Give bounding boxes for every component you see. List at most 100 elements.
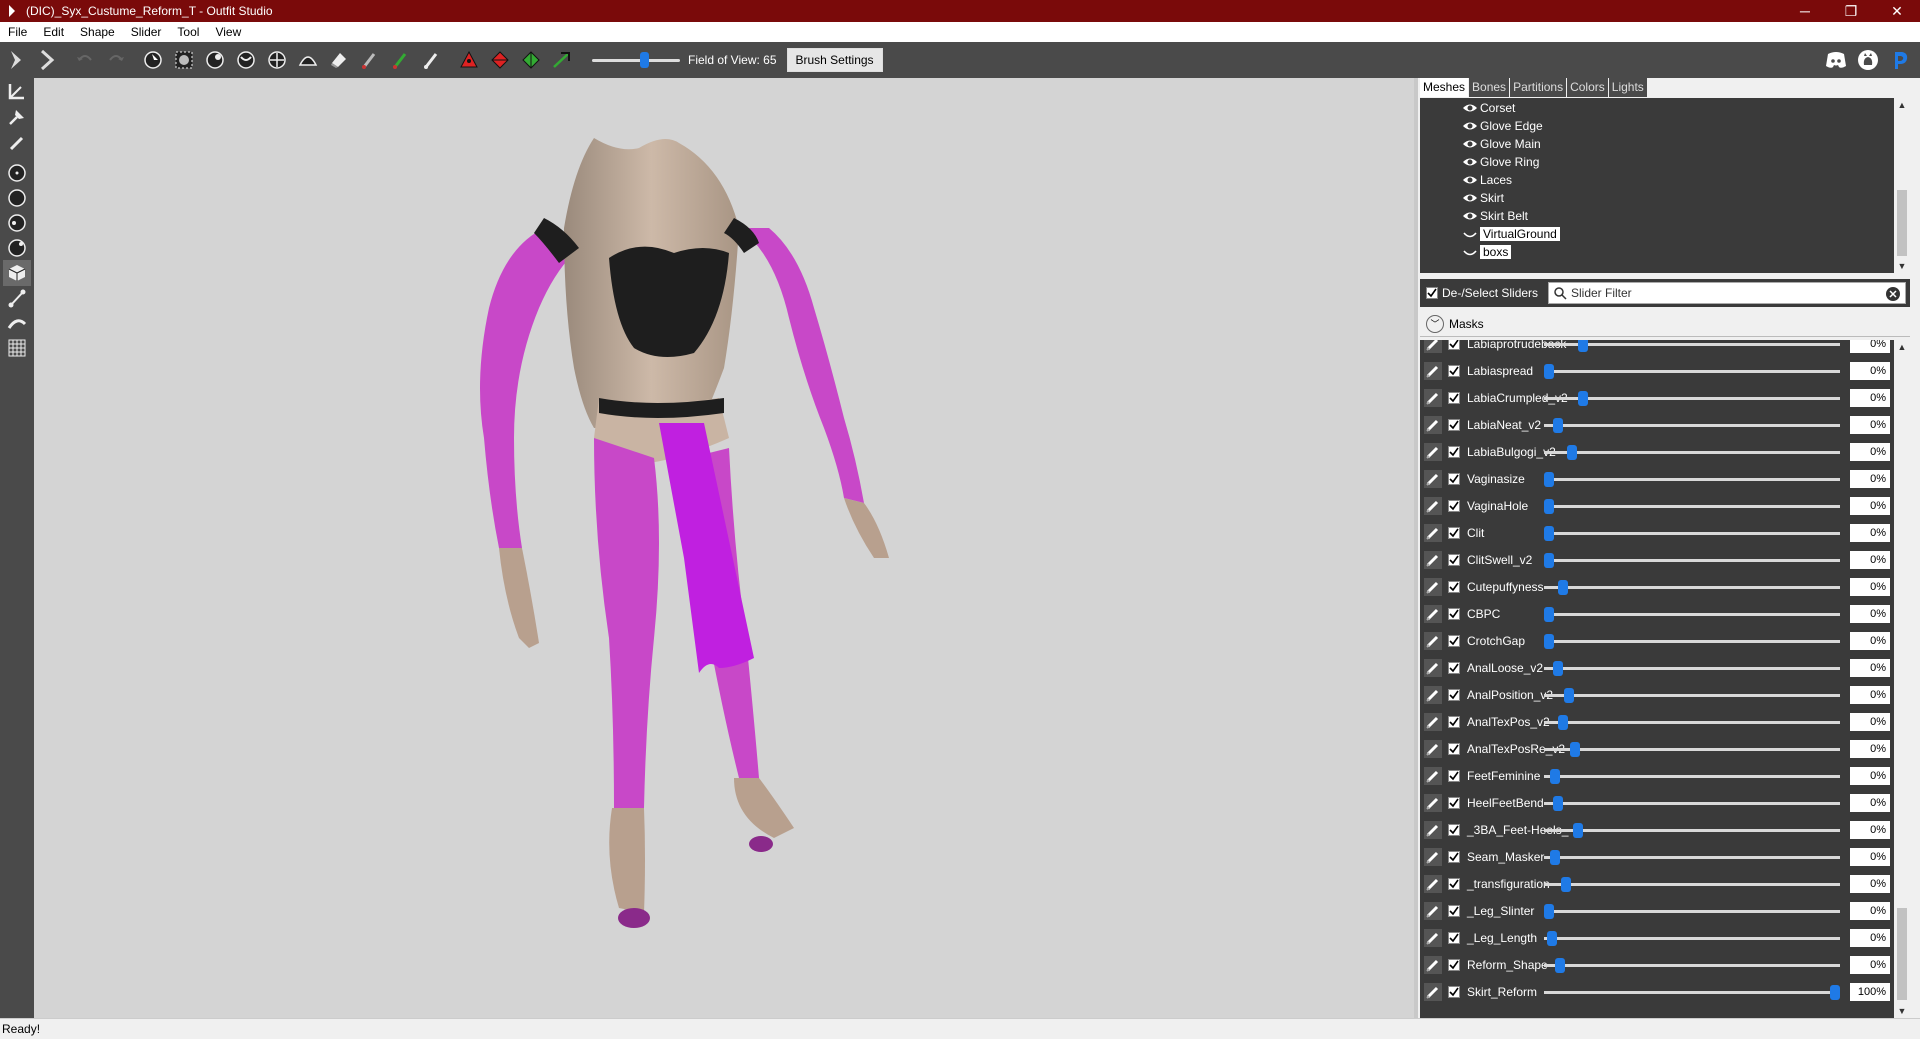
slider-thumb[interactable] <box>1578 340 1588 352</box>
slider-track[interactable] <box>1544 370 1840 373</box>
slider-thumb[interactable] <box>1544 634 1554 649</box>
slider-value[interactable]: 0% <box>1850 956 1890 974</box>
edit-slider-icon[interactable] <box>1424 767 1442 785</box>
slider-thumb[interactable] <box>1547 931 1557 946</box>
edit-slider-icon[interactable] <box>1424 470 1442 488</box>
slider-checkbox[interactable] <box>1448 340 1460 350</box>
slider-value[interactable]: 0% <box>1850 794 1890 812</box>
select-brush-icon[interactable] <box>139 46 167 74</box>
mask-brush-icon[interactable] <box>170 46 198 74</box>
menu-edit[interactable]: Edit <box>35 25 72 39</box>
slider-checkbox[interactable] <box>1448 689 1460 701</box>
scroll-up-icon[interactable]: ▲ <box>1894 340 1910 354</box>
edit-slider-icon[interactable] <box>1424 902 1442 920</box>
inflate-brush-icon[interactable] <box>201 46 229 74</box>
edit-slider-icon[interactable] <box>1424 578 1442 596</box>
mesh-item[interactable]: Skirt Belt <box>1462 207 1528 225</box>
mesh-item[interactable]: VirtualGround <box>1462 225 1560 243</box>
menu-shape[interactable]: Shape <box>72 25 123 39</box>
undo-icon[interactable] <box>71 46 99 74</box>
slider-thumb[interactable] <box>1544 607 1554 622</box>
slider-value[interactable]: 0% <box>1850 340 1890 353</box>
slider-checkbox[interactable] <box>1448 986 1460 998</box>
edge-collapse-icon[interactable] <box>486 46 514 74</box>
slider-track[interactable] <box>1544 910 1840 913</box>
edit-slider-icon[interactable] <box>1424 929 1442 947</box>
slider-track[interactable] <box>1544 721 1840 724</box>
eye-icon[interactable] <box>1462 192 1478 204</box>
slider-thumb[interactable] <box>1564 688 1574 703</box>
fov-slider[interactable] <box>592 46 680 74</box>
slider-value[interactable]: 0% <box>1850 821 1890 839</box>
slider-thumb[interactable] <box>1550 769 1560 784</box>
eye-hidden-icon[interactable] <box>1462 246 1478 258</box>
edit-slider-icon[interactable] <box>1424 956 1442 974</box>
slider-value[interactable]: 100% <box>1850 983 1890 1001</box>
3d-viewport[interactable] <box>34 78 1414 1018</box>
github-icon[interactable] <box>1854 46 1882 74</box>
restore-button[interactable]: ❐ <box>1828 0 1874 22</box>
discord-icon[interactable] <box>1822 46 1850 74</box>
slider-thumb[interactable] <box>1553 418 1563 433</box>
slider-value[interactable]: 0% <box>1850 605 1890 623</box>
edit-slider-icon[interactable] <box>1424 497 1442 515</box>
connect-tool-icon[interactable] <box>3 310 31 336</box>
slider-checkbox[interactable] <box>1448 500 1460 512</box>
eye-hidden-icon[interactable] <box>1462 228 1478 240</box>
scroll-down-icon[interactable]: ▼ <box>1894 1004 1910 1018</box>
fov-slider-thumb[interactable] <box>640 52 649 68</box>
select-tool-icon[interactable] <box>3 160 31 186</box>
slider-value[interactable]: 0% <box>1850 443 1890 461</box>
slider-value[interactable]: 0% <box>1850 929 1890 947</box>
slider-list-scrollbar[interactable]: ▲ ▼ <box>1894 340 1910 1018</box>
close-button[interactable]: ✕ <box>1874 0 1920 22</box>
slider-track[interactable] <box>1544 937 1840 940</box>
slider-track[interactable] <box>1544 343 1840 346</box>
bone-tool-icon[interactable] <box>3 285 31 311</box>
eye-icon[interactable] <box>1462 102 1478 114</box>
edit-slider-icon[interactable] <box>1424 340 1442 353</box>
slider-thumb[interactable] <box>1570 742 1580 757</box>
tab-colors[interactable]: Colors <box>1567 78 1608 97</box>
sphere-tool-icon[interactable] <box>3 185 31 211</box>
slider-checkbox[interactable] <box>1448 824 1460 836</box>
deselect-sliders-toggle[interactable]: De-/Select Sliders <box>1426 286 1538 300</box>
weight-brush-icon[interactable] <box>356 46 384 74</box>
undiff-brush-icon[interactable] <box>325 46 353 74</box>
clear-filter-icon[interactable] <box>1885 286 1901 302</box>
slider-value[interactable]: 0% <box>1850 389 1890 407</box>
slider-value[interactable]: 0% <box>1850 362 1890 380</box>
slider-track[interactable] <box>1544 775 1840 778</box>
slider-track[interactable] <box>1544 856 1840 859</box>
menu-slider[interactable]: Slider <box>123 25 170 39</box>
slider-checkbox[interactable] <box>1448 581 1460 593</box>
slider-thumb[interactable] <box>1573 823 1583 838</box>
edit-slider-icon[interactable] <box>1424 686 1442 704</box>
slider-checkbox[interactable] <box>1448 743 1460 755</box>
mesh-item[interactable]: boxs <box>1462 243 1512 261</box>
slider-track[interactable] <box>1544 532 1840 535</box>
transform-tool-icon[interactable] <box>3 78 31 104</box>
sphere-point-tool-icon[interactable] <box>3 235 31 261</box>
slider-track[interactable] <box>1544 505 1840 508</box>
slider-track[interactable] <box>1544 451 1840 454</box>
slider-checkbox[interactable] <box>1448 905 1460 917</box>
slider-value[interactable]: 0% <box>1850 902 1890 920</box>
half-sphere-tool-icon[interactable] <box>3 210 31 236</box>
slider-value[interactable]: 0% <box>1850 686 1890 704</box>
slider-track[interactable] <box>1544 424 1840 427</box>
tab-partitions[interactable]: Partitions <box>1510 78 1567 97</box>
slider-thumb[interactable] <box>1555 958 1565 973</box>
edit-slider-icon[interactable] <box>1424 659 1442 677</box>
slider-checkbox[interactable] <box>1448 959 1460 971</box>
edit-slider-icon[interactable] <box>1424 821 1442 839</box>
slider-thumb[interactable] <box>1544 472 1554 487</box>
edit-slider-icon[interactable] <box>1424 875 1442 893</box>
tab-lights[interactable]: Lights <box>1608 78 1647 97</box>
eye-icon[interactable] <box>1462 156 1478 168</box>
slider-checkbox[interactable] <box>1448 797 1460 809</box>
cube-tool-icon[interactable] <box>3 260 31 286</box>
slider-checkbox[interactable] <box>1448 608 1460 620</box>
eye-icon[interactable] <box>1462 174 1478 186</box>
slider-track[interactable] <box>1544 586 1840 589</box>
